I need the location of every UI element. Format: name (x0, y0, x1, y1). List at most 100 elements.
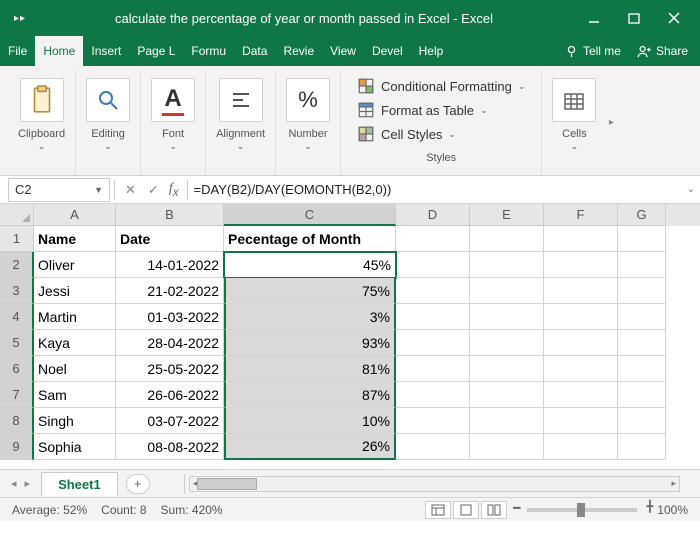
cell[interactable] (396, 434, 470, 460)
cell[interactable] (544, 330, 618, 356)
cell-active[interactable]: 45% (224, 252, 396, 278)
row-header[interactable]: 7 (0, 382, 34, 408)
cell[interactable]: 81% (224, 356, 396, 382)
cell[interactable] (396, 330, 470, 356)
row-header[interactable]: 3 (0, 278, 34, 304)
col-header-f[interactable]: F (544, 204, 618, 226)
cell[interactable] (544, 434, 618, 460)
tell-me[interactable]: Tell me (564, 44, 621, 59)
group-clipboard[interactable]: Clipboard ⌄ (8, 70, 76, 175)
cell[interactable]: Oliver (34, 252, 116, 278)
cell[interactable] (470, 408, 544, 434)
group-alignment[interactable]: Alignment ⌄ (206, 70, 276, 175)
cell[interactable] (470, 434, 544, 460)
group-font[interactable]: A Font ⌄ (141, 70, 206, 175)
cell[interactable]: 10% (224, 408, 396, 434)
cell[interactable] (544, 382, 618, 408)
cell[interactable] (396, 382, 470, 408)
cell[interactable] (618, 252, 666, 278)
minimize-button[interactable] (574, 4, 614, 32)
cell[interactable] (396, 304, 470, 330)
conditional-formatting-button[interactable]: Conditional Formatting⌄ (357, 74, 525, 98)
accept-formula-icon[interactable]: ✓ (148, 182, 159, 198)
group-editing[interactable]: Editing ⌄ (76, 70, 141, 175)
col-header-a[interactable]: A (34, 204, 116, 226)
cell[interactable]: 3% (224, 304, 396, 330)
sheet-tab[interactable]: Sheet1 (41, 472, 118, 496)
cell[interactable] (618, 330, 666, 356)
col-header-b[interactable]: B (116, 204, 224, 226)
tab-data[interactable]: Data (234, 36, 275, 66)
group-number[interactable]: % Number ⌄ (276, 70, 341, 175)
view-page-break-icon[interactable] (481, 501, 507, 519)
cell[interactable]: 93% (224, 330, 396, 356)
formula-input[interactable]: =DAY(B2)/DAY(EOMONTH(B2,0)) (188, 182, 682, 197)
cell[interactable] (470, 330, 544, 356)
share-button[interactable]: Share (637, 44, 688, 59)
sheet-nav-first-icon[interactable]: ◂ (8, 477, 20, 490)
cell[interactable] (396, 356, 470, 382)
zoom-thumb[interactable] (577, 503, 585, 517)
cell[interactable]: 75% (224, 278, 396, 304)
cell[interactable] (396, 278, 470, 304)
cell[interactable]: Martin (34, 304, 116, 330)
scrollbar-thumb[interactable] (197, 478, 257, 490)
cell[interactable] (396, 408, 470, 434)
col-header-g[interactable]: G (618, 204, 666, 226)
cell[interactable]: Sophia (34, 434, 116, 460)
cell[interactable] (470, 226, 544, 252)
cell[interactable] (618, 226, 666, 252)
tab-insert[interactable]: Insert (83, 36, 129, 66)
cell[interactable]: Pecentage of Month (224, 226, 396, 252)
cell[interactable]: 25-05-2022 (116, 356, 224, 382)
cell[interactable] (544, 356, 618, 382)
cell[interactable]: Singh (34, 408, 116, 434)
cell[interactable]: 14-01-2022 (116, 252, 224, 278)
expand-formula-bar-icon[interactable]: ⌄ (682, 184, 700, 195)
col-header-c[interactable]: C (224, 204, 396, 226)
cell-styles-button[interactable]: Cell Styles⌄ (357, 122, 525, 146)
cell[interactable] (544, 226, 618, 252)
cell[interactable] (618, 434, 666, 460)
cell[interactable]: 03-07-2022 (116, 408, 224, 434)
group-cells[interactable]: Cells ⌄ (542, 70, 606, 175)
cell[interactable]: 01-03-2022 (116, 304, 224, 330)
view-normal-icon[interactable] (425, 501, 451, 519)
horizontal-scrollbar[interactable]: ◂▸ (189, 476, 700, 492)
tab-file[interactable]: File (0, 36, 35, 66)
cell[interactable] (544, 278, 618, 304)
col-header-e[interactable]: E (470, 204, 544, 226)
row-header[interactable]: 1 (0, 226, 34, 252)
cell[interactable] (544, 252, 618, 278)
tab-formulas[interactable]: Formu (183, 36, 234, 66)
cell[interactable] (544, 408, 618, 434)
cell[interactable]: Sam (34, 382, 116, 408)
cell[interactable]: 87% (224, 382, 396, 408)
zoom-slider[interactable] (527, 508, 637, 512)
cell[interactable] (544, 304, 618, 330)
tab-home[interactable]: Home (35, 36, 83, 66)
cell[interactable] (470, 252, 544, 278)
cell[interactable]: 26% (224, 434, 396, 460)
fx-icon[interactable]: fx (169, 181, 187, 199)
select-all-corner[interactable] (0, 204, 34, 226)
tab-developer[interactable]: Devel (364, 36, 411, 66)
cell[interactable] (470, 278, 544, 304)
cell[interactable]: Date (116, 226, 224, 252)
view-page-layout-icon[interactable] (453, 501, 479, 519)
row-header[interactable]: 9 (0, 434, 34, 460)
cell[interactable] (618, 278, 666, 304)
cell[interactable]: 26-06-2022 (116, 382, 224, 408)
row-header[interactable]: 2 (0, 252, 34, 278)
cell[interactable] (618, 356, 666, 382)
zoom-level[interactable]: 100% (657, 503, 688, 517)
cell[interactable]: Name (34, 226, 116, 252)
ribbon-scroll-right[interactable]: ▸ (606, 70, 616, 175)
cell[interactable] (618, 382, 666, 408)
cell[interactable] (396, 252, 470, 278)
spreadsheet-grid[interactable]: A B C D E F G 1NameDatePecentage of Mont… (0, 204, 700, 469)
cell[interactable] (470, 304, 544, 330)
sheet-nav-last-icon[interactable]: ▸ (22, 477, 34, 490)
add-sheet-button[interactable]: + (126, 474, 150, 494)
row-header[interactable]: 4 (0, 304, 34, 330)
